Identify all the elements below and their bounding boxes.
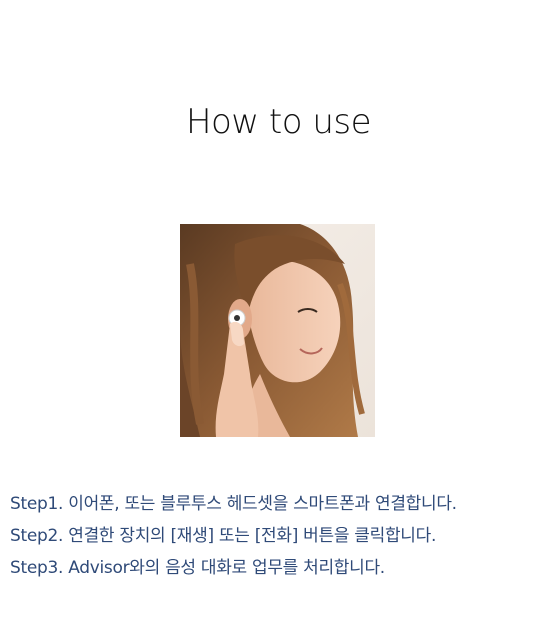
page-title: How to use [185,102,372,142]
step-2-text: Step2. 연결한 장치의 [재생] 또는 [전화] 버튼을 클릭합니다. [10,526,437,546]
step-1-text: Step1. 이어폰, 또는 블루투스 헤드셋을 스마트폰과 연결합니다. [10,494,457,514]
woman-with-earbud-photo [180,224,375,437]
step-3-text: Step3. Advisor와의 음성 대화로 업무를 처리합니다. [10,558,385,578]
steps-list: Step1. 이어폰, 또는 블루투스 헤드셋을 스마트폰과 연결합니다. St… [10,494,555,590]
